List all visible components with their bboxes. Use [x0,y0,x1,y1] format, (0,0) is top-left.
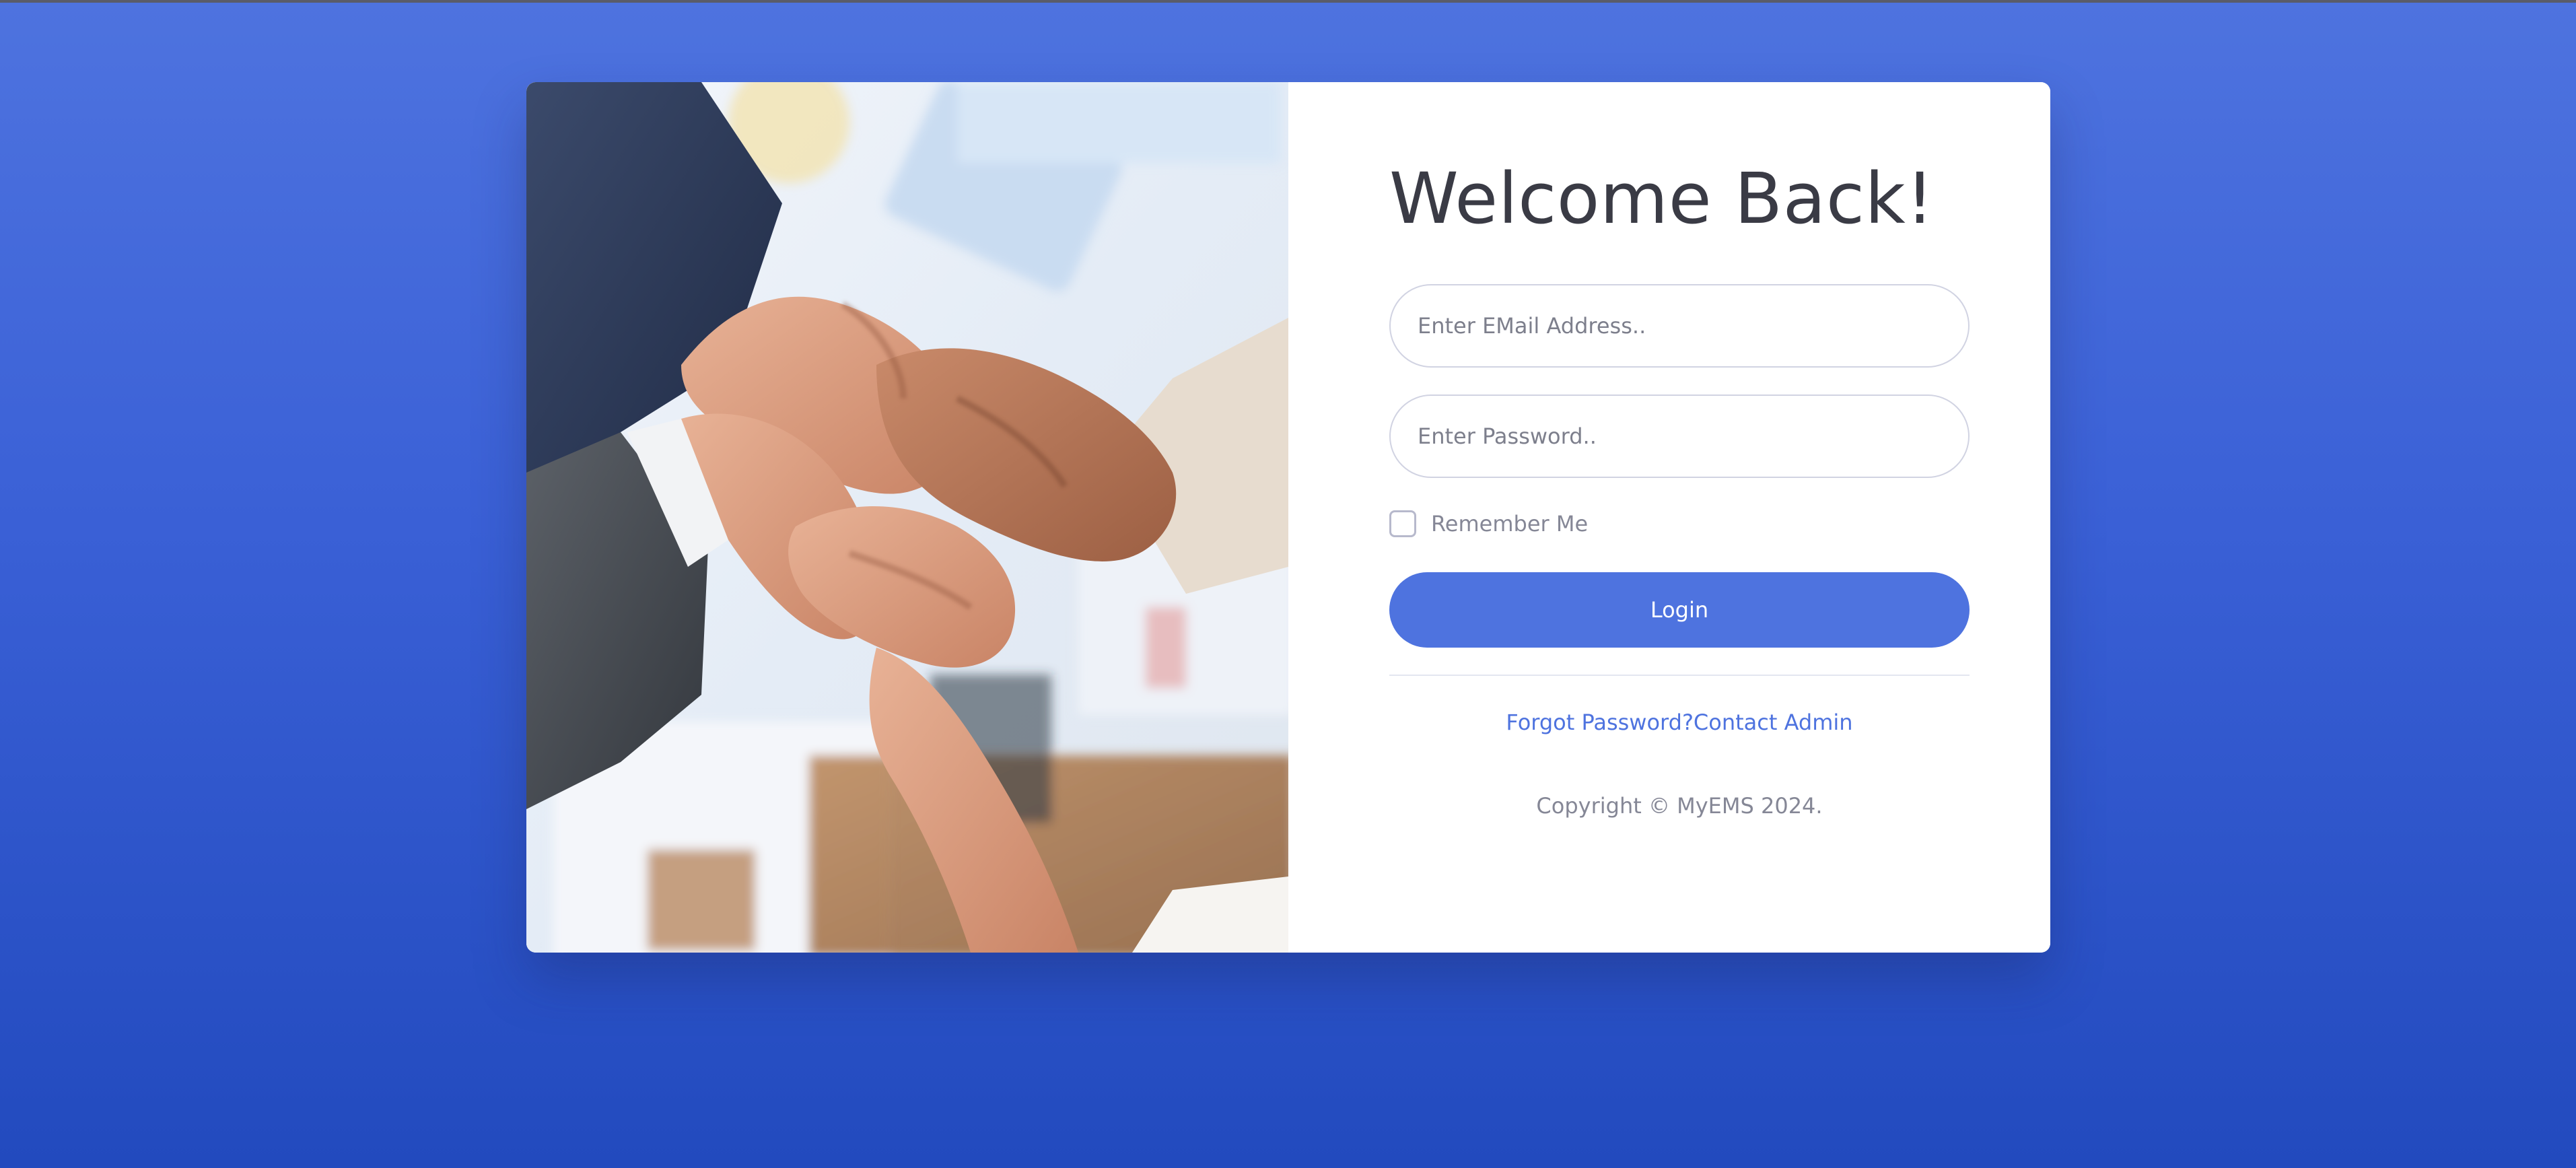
remember-me-checkbox[interactable] [1389,510,1416,537]
login-card: Welcome Back! Remember Me Login Forgot P… [526,82,2050,953]
remember-me-control[interactable]: Remember Me [1389,510,1588,537]
teamwork-hands-photo [526,82,1288,953]
email-field[interactable] [1389,284,1970,368]
login-button[interactable]: Login [1389,572,1970,648]
divider [1389,675,1970,676]
copyright-text: Copyright © MyEMS 2024. [1536,793,1823,819]
login-form-pane: Welcome Back! Remember Me Login Forgot P… [1288,82,2050,953]
password-field[interactable] [1389,394,1970,478]
remember-me-label: Remember Me [1431,511,1589,537]
forgot-password-link[interactable]: Forgot Password? [1506,710,1694,735]
browser-top-rule [0,0,2576,3]
help-links: Forgot Password?Contact Admin [1389,710,1970,735]
page-title: Welcome Back! [1389,158,1935,240]
contact-admin-link[interactable]: Contact Admin [1694,710,1853,735]
